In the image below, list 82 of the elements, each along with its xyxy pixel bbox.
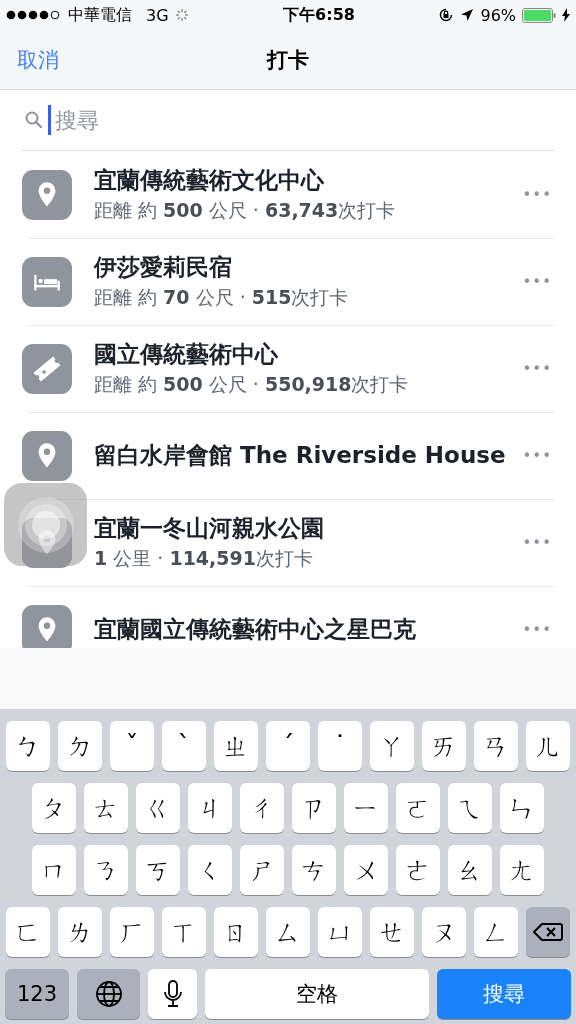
backspace-icon [533, 922, 563, 942]
keyboard-key[interactable]: ㄗ [292, 783, 336, 833]
keyboard-key[interactable]: ㄜ [396, 845, 440, 895]
cancel-button[interactable]: 取消 [17, 45, 59, 74]
keyboard-key[interactable]: ㄩ [318, 907, 362, 957]
keyboard-key[interactable]: ㄟ [448, 783, 492, 833]
keyboard-key[interactable]: ㄉ [58, 721, 102, 771]
keyboard-key[interactable]: ㄝ [370, 907, 414, 957]
keyboard-key[interactable]: ㄞ [422, 721, 466, 771]
keyboard-key[interactable]: ㄅ [6, 721, 50, 771]
keyboard-key[interactable]: ㄊ [84, 783, 128, 833]
location-arrow-icon [460, 8, 475, 22]
keyboard-key[interactable]: ㄓ [214, 721, 258, 771]
keyboard-key[interactable]: ㄒ [162, 907, 206, 957]
keyboard-key[interactable]: ㄇ [32, 845, 76, 895]
keyboard-key[interactable]: ˇ [110, 721, 154, 771]
keyboard-key[interactable]: ㄠ [448, 845, 492, 895]
battery-icon [522, 7, 556, 23]
keyboard-key[interactable]: ㄥ [474, 907, 518, 957]
keyboard-key[interactable]: ㄢ [474, 721, 518, 771]
keyboard-key[interactable]: ㄛ [396, 783, 440, 833]
keyboard-key[interactable]: ㄎ [136, 845, 180, 895]
globe-key[interactable] [77, 969, 140, 1019]
keyboard-key[interactable]: ㄍ [136, 783, 180, 833]
keyboard-key[interactable]: ㄧ [344, 783, 388, 833]
place-row[interactable]: 宜蘭一冬山河親水公園 1 公里 · 114,591次打卡 ••• [0, 499, 576, 586]
place-name: 國立傳統藝術中心 [94, 340, 279, 369]
keyboard-key[interactable]: ㄆ [32, 783, 76, 833]
keyboard-key[interactable]: ˋ [162, 721, 206, 771]
text-cursor [48, 105, 51, 135]
search-field[interactable]: 搜尋 [55, 107, 255, 133]
charging-bolt-icon [562, 8, 570, 22]
place-name: 留白水岸會館 The Riverside House [94, 441, 507, 470]
keyboard-key[interactable]: ㄈ [6, 907, 50, 957]
keyboard-key[interactable]: ㄨ [344, 845, 388, 895]
numbers-key[interactable]: 123 [5, 969, 69, 1019]
carrier-name: 中華電信 [68, 4, 132, 26]
assistive-touch-button[interactable] [4, 483, 87, 566]
keyboard-key[interactable]: ㄑ [188, 845, 232, 895]
place-detail: 1 公里 · 114,591次打卡 [94, 546, 314, 571]
keyboard-key[interactable]: ㄚ [370, 721, 414, 771]
page-title: 打卡 [267, 47, 309, 72]
keyboard-key[interactable]: ㄙ [266, 907, 310, 957]
search-key[interactable]: 搜尋 [437, 969, 571, 1019]
backspace-key[interactable] [526, 907, 570, 957]
keyboard-key[interactable]: ㄕ [240, 845, 284, 895]
microphone-key[interactable] [148, 969, 197, 1019]
clock-time: 下午6:58 [283, 4, 355, 26]
keyboard-key[interactable]: ㄔ [240, 783, 284, 833]
keyboard-key[interactable]: ㄐ [188, 783, 232, 833]
place-row[interactable]: 留白水岸會館 The Riverside House ••• [0, 412, 576, 499]
keyboard-key[interactable]: ˊ [266, 721, 310, 771]
battery-percent: 96% [480, 5, 516, 25]
place-name: 宜蘭一冬山河親水公園 [94, 514, 325, 543]
place-name: 伊莎愛莉民宿 [94, 253, 233, 282]
place-name: 宜蘭國立傳統藝術中心之星巴克 [94, 615, 417, 644]
keyboard-key[interactable]: ㄡ [422, 907, 466, 957]
rotation-lock-icon [438, 7, 455, 23]
place-detail: 距離 約 70 公尺 · 515次打卡 [94, 285, 350, 310]
place-detail: 距離 約 500 公尺 · 63,743次打卡 [94, 198, 397, 223]
keyboard-key[interactable]: ㄣ [500, 783, 544, 833]
space-key[interactable]: 空格 [205, 969, 429, 1019]
keyboard-key[interactable]: ˙ [318, 721, 362, 771]
place-row[interactable]: 宜蘭國立傳統藝術中心之星巴克 ••• [0, 586, 576, 648]
keyboard-key[interactable]: ㄤ [500, 845, 544, 895]
keyboard-key[interactable]: ㄦ [526, 721, 570, 771]
keyboard-key[interactable]: ㄘ [292, 845, 336, 895]
activity-spinner-icon [174, 8, 189, 22]
network-type: 3G [146, 5, 169, 25]
microphone-icon [162, 979, 183, 1009]
place-row[interactable]: 伊莎愛莉民宿 距離 約 70 公尺 · 515次打卡 ••• [0, 238, 576, 325]
place-row[interactable]: 國立傳統藝術中心 距離 約 500 公尺 · 550,918次打卡 ••• [0, 325, 576, 412]
keyboard-key[interactable]: ㄌ [58, 907, 102, 957]
place-name: 宜蘭傳統藝術文化中心 [94, 166, 325, 195]
search-icon [24, 110, 44, 130]
place-row[interactable]: 宜蘭傳統藝術文化中心 距離 約 500 公尺 · 63,743次打卡 ••• [0, 151, 576, 238]
globe-icon [93, 979, 124, 1009]
keyboard-key[interactable]: ㄖ [214, 907, 258, 957]
keyboard-key[interactable]: ㄏ [110, 907, 154, 957]
keyboard-key[interactable]: ㄋ [84, 845, 128, 895]
signal-icon [6, 10, 62, 20]
place-detail: 距離 約 500 公尺 · 550,918次打卡 [94, 372, 410, 397]
